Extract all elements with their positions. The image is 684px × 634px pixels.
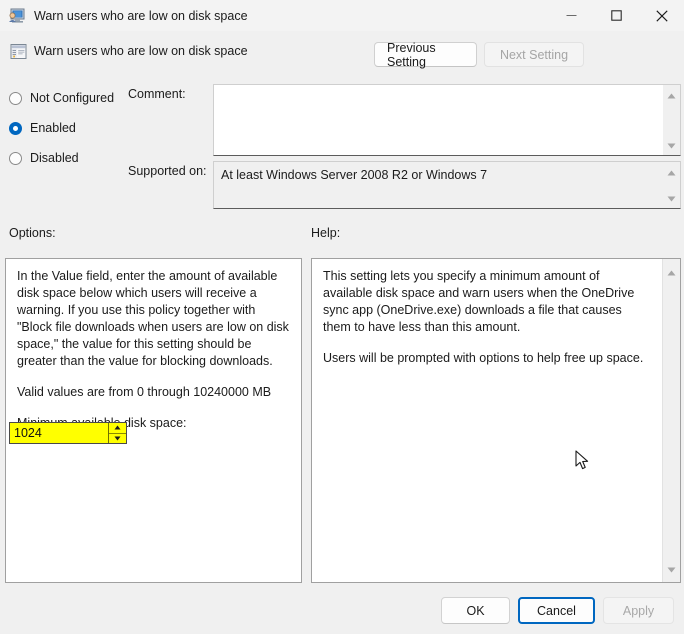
radio-enabled[interactable]: Enabled — [9, 116, 209, 140]
minimum-disk-space-spinner[interactable]: 1024 — [9, 422, 127, 444]
previous-setting-button[interactable]: Previous Setting — [374, 41, 477, 69]
next-setting-button: Next Setting — [484, 42, 584, 67]
radio-circle-selected-icon — [9, 121, 22, 135]
window-controls — [549, 0, 684, 31]
help-paragraph-1: This setting lets you specify a minimum … — [323, 269, 635, 334]
help-scrollbar[interactable] — [662, 259, 680, 582]
options-label: Options: — [9, 226, 56, 240]
supported-on-value: At least Windows Server 2008 R2 or Windo… — [214, 162, 663, 208]
spin-down-icon[interactable] — [109, 433, 126, 443]
minimize-button[interactable] — [549, 0, 594, 31]
ok-button[interactable]: OK — [441, 597, 510, 624]
minimum-disk-space-input[interactable]: 1024 — [10, 423, 108, 443]
title-bar: Warn users who are low on disk space — [0, 0, 684, 31]
comment-label: Comment: — [128, 87, 186, 101]
help-panel: This setting lets you specify a minimum … — [311, 258, 681, 583]
radio-label-disabled: Disabled — [30, 151, 79, 165]
help-paragraph-2: Users will be prompted with options to h… — [323, 351, 644, 365]
scroll-down-icon[interactable] — [667, 138, 676, 152]
supported-on-scrollbar[interactable] — [663, 162, 680, 208]
spinner-buttons[interactable] — [108, 423, 126, 443]
scroll-down-icon[interactable] — [667, 191, 676, 205]
scroll-down-icon[interactable] — [667, 562, 676, 576]
maximize-button[interactable] — [594, 0, 639, 31]
apply-button: Apply — [603, 597, 674, 624]
radio-label-enabled: Enabled — [30, 121, 76, 135]
radio-circle-icon — [9, 91, 22, 105]
help-panel-body: This setting lets you specify a minimum … — [312, 259, 662, 582]
supported-on-textbox: At least Windows Server 2008 R2 or Windo… — [213, 161, 681, 209]
supported-on-label: Supported on: — [128, 164, 207, 178]
radio-circle-icon — [9, 151, 22, 165]
scroll-up-icon[interactable] — [667, 165, 676, 179]
scroll-up-icon[interactable] — [667, 265, 676, 279]
options-panel: In the Value field, enter the amount of … — [5, 258, 302, 583]
close-button[interactable] — [639, 0, 684, 31]
setting-header: Warn users who are low on disk space Pre… — [0, 40, 684, 70]
comment-value[interactable] — [214, 85, 663, 155]
options-paragraph-2: Valid values are from 0 through 10240000… — [17, 385, 272, 399]
cancel-button[interactable]: Cancel — [518, 597, 595, 624]
radio-label-not-configured: Not Configured — [30, 91, 115, 105]
scroll-up-icon[interactable] — [667, 88, 676, 102]
comment-scrollbar[interactable] — [663, 85, 680, 155]
help-label: Help: — [311, 226, 341, 240]
setting-title: Warn users who are low on disk space — [34, 44, 248, 58]
options-paragraph-1: In the Value field, enter the amount of … — [17, 269, 289, 368]
comment-textbox[interactable] — [213, 84, 681, 156]
spin-up-icon[interactable] — [109, 423, 126, 434]
policy-setting-icon — [10, 43, 28, 61]
policy-window-icon — [8, 7, 25, 24]
options-panel-body: In the Value field, enter the amount of … — [6, 259, 301, 582]
window-title: Warn users who are low on disk space — [34, 8, 248, 23]
